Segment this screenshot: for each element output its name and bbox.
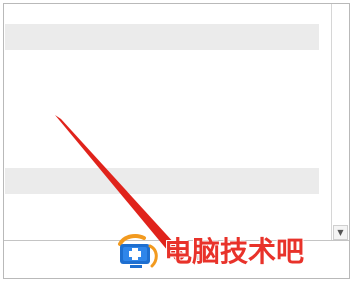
site-watermark: 电脑技术吧 (114, 232, 304, 272)
vertical-scrollbar[interactable]: ▼ (331, 4, 348, 240)
monitor-plus-logo-icon (118, 234, 158, 268)
watermark-text: 电脑技术吧 (164, 235, 305, 268)
list-row-highlight (5, 168, 319, 194)
chevron-down-icon: ▼ (337, 227, 344, 237)
list-row-highlight (5, 24, 319, 50)
scroll-down-button[interactable]: ▼ (333, 225, 348, 240)
